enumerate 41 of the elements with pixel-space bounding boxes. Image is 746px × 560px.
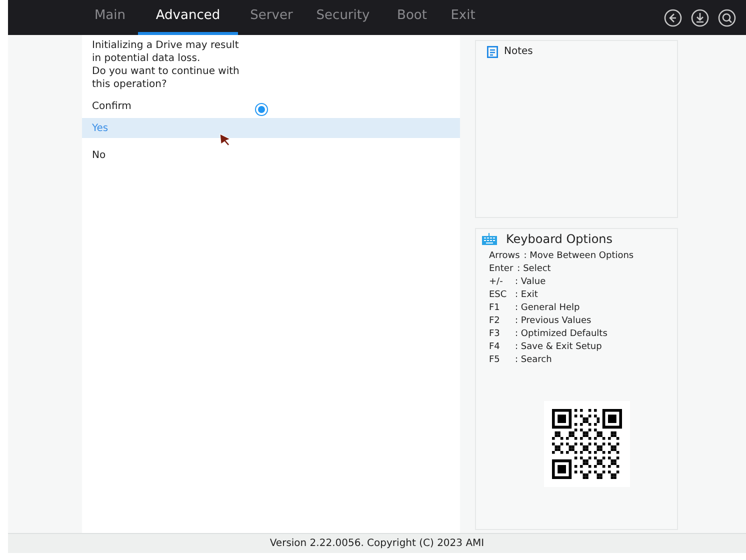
menu-tab[interactable]: Exit <box>443 0 483 35</box>
key-action: : Save & Exit Setup <box>515 341 602 354</box>
search-icon[interactable] <box>718 8 736 26</box>
key-action: : Move Between Options <box>524 250 634 263</box>
key-action: : General Help <box>515 302 580 315</box>
key-name: Arrows <box>489 250 521 263</box>
key-name: Enter <box>489 263 514 276</box>
key-action: : Value <box>515 276 546 289</box>
key-name: F5 <box>489 354 501 367</box>
keyboard-options-title: Keyboard Options <box>506 231 613 248</box>
key-action: : Search <box>515 354 552 367</box>
qr-code-icon <box>552 409 622 479</box>
menu-tab[interactable]: Security <box>305 0 381 35</box>
keyboard-icon <box>482 233 497 245</box>
key-action: : Optimized Defaults <box>515 328 608 341</box>
key-action: : Select <box>517 263 551 276</box>
option-item[interactable]: No <box>82 145 460 165</box>
menu-tab[interactable]: Main <box>82 0 138 35</box>
menu-tab[interactable]: Boot <box>381 0 443 35</box>
message-text: in potential data loss. <box>92 52 202 65</box>
mouse-cursor-icon <box>219 133 231 146</box>
notes-title: Notes <box>504 45 533 59</box>
message-text: Initializing a Drive may result <box>92 39 240 52</box>
key-name: F4 <box>489 341 501 354</box>
key-name: F1 <box>489 302 501 315</box>
key-action: : Exit <box>515 289 538 302</box>
note-icon <box>487 46 498 58</box>
radio-button[interactable] <box>255 102 268 116</box>
version-text: Version 2.22.0056. Copyright (C) 2023 AMI <box>270 537 484 551</box>
back-icon[interactable] <box>664 8 682 26</box>
key-action: : Previous Values <box>515 315 592 328</box>
message-text: this operation? <box>92 78 168 91</box>
download-icon[interactable] <box>691 8 709 26</box>
key-name: +/- <box>489 276 504 289</box>
confirm-label: Confirm <box>92 100 132 114</box>
option-item[interactable]: Yes <box>82 118 460 138</box>
key-name: ESC <box>489 289 508 302</box>
key-name: F2 <box>489 315 501 328</box>
menu-tab[interactable]: Server <box>238 0 305 35</box>
key-name: F3 <box>489 328 501 341</box>
message-text: Do you want to continue with <box>92 65 240 78</box>
